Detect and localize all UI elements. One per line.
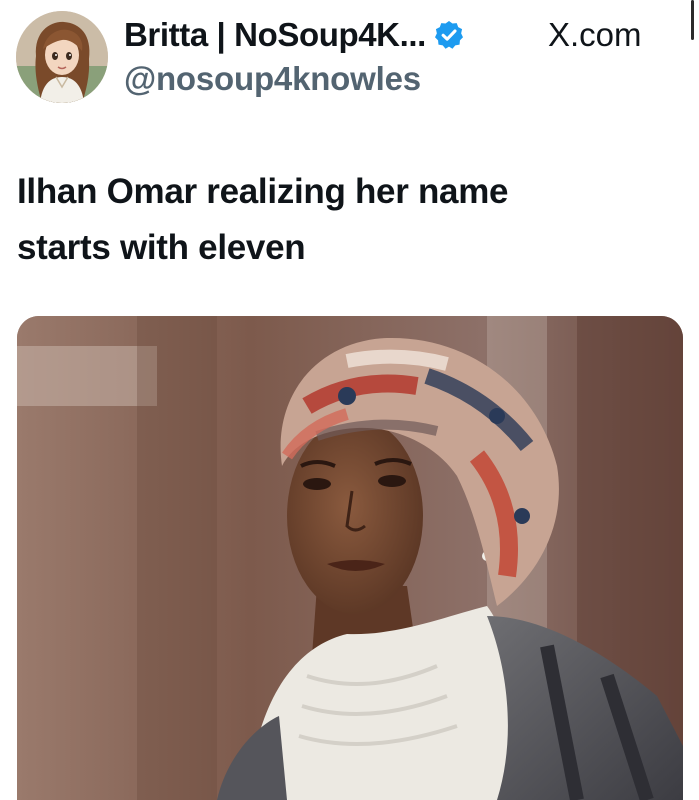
- verified-badge-icon: [433, 19, 465, 51]
- tweet-text-line-1: Ilhan Omar realizing her name: [17, 172, 509, 211]
- author-display-name[interactable]: Britta | NoSoup4K...: [124, 16, 426, 54]
- tweet-photo[interactable]: [17, 316, 683, 800]
- portrait-photo: [17, 316, 683, 800]
- author-handle[interactable]: @nosoup4knowles: [124, 60, 421, 98]
- scrollbar[interactable]: [691, 0, 694, 40]
- author-avatar[interactable]: [16, 11, 108, 103]
- tweet-text-line-2: starts with eleven: [17, 228, 306, 267]
- source-label: X.com: [548, 16, 642, 53]
- tweet-text: Ilhan Omar realizing her name starts wit…: [17, 164, 677, 276]
- author-name-row: Britta | NoSoup4K...: [124, 14, 465, 56]
- tweet-header: Britta | NoSoup4K... X.com @nosoup4knowl…: [0, 0, 699, 120]
- anime-avatar-icon: [16, 11, 108, 103]
